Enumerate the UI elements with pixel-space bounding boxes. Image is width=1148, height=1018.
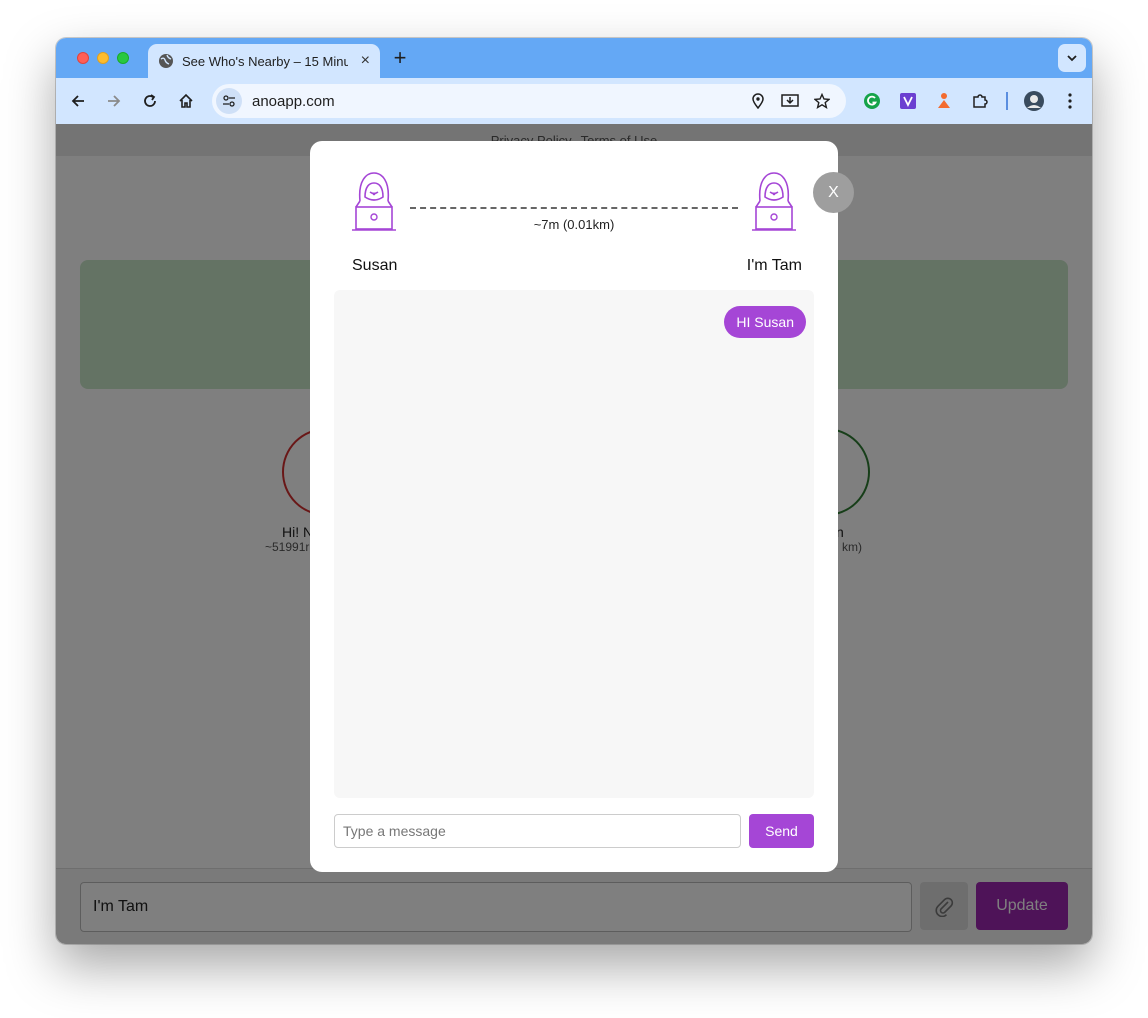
tab-search-button[interactable] (1058, 44, 1086, 72)
star-icon (814, 93, 830, 109)
new-tab-button[interactable]: + (390, 46, 410, 70)
reload-icon (144, 94, 156, 107)
v-extension-button[interactable] (896, 89, 920, 113)
close-modal-button[interactable]: X (813, 172, 854, 213)
reload-button[interactable] (138, 89, 162, 113)
location-pin-icon (752, 93, 764, 109)
home-button[interactable] (174, 89, 198, 113)
browser-menu-button[interactable] (1058, 89, 1082, 113)
chat-modal: ~7m (0.01km) Susan I'm Tam HI Susan Type… (310, 141, 838, 872)
bookmark-button[interactable] (810, 89, 834, 113)
site-info-button[interactable] (216, 88, 242, 114)
browser-toolbar: anoapp.com (56, 78, 1092, 124)
location-button[interactable] (746, 89, 770, 113)
chevron-down-icon (1067, 55, 1077, 62)
profile-button[interactable] (1022, 89, 1046, 113)
distance-line (410, 207, 738, 209)
v-extension-icon (900, 93, 916, 109)
message-bubble-self: HI Susan (724, 306, 806, 338)
browser-tab[interactable]: See Who's Nearby – 15 Minutes × (148, 44, 380, 78)
hacker-avatar-icon (752, 172, 796, 231)
tab-title: See Who's Nearby – 15 Minutes (182, 53, 348, 69)
globe-icon (159, 54, 173, 68)
extensions-button[interactable] (968, 89, 992, 113)
install-icon (781, 94, 799, 107)
hacker-avatar-icon (352, 172, 396, 231)
tab-strip: See Who's Nearby – 15 Minutes × + (56, 38, 1092, 78)
distance-label: ~7m (0.01km) (533, 217, 615, 232)
grammarly-icon (864, 93, 880, 109)
person-extension-icon (938, 93, 950, 108)
send-button[interactable]: Send (749, 814, 814, 848)
arrow-right-icon (108, 95, 121, 107)
window-maximize-button[interactable] (117, 52, 129, 64)
message-input[interactable]: Type a message (334, 814, 741, 848)
address-bar[interactable]: anoapp.com (212, 84, 846, 118)
profile-avatar-icon (1024, 91, 1044, 111)
window-close-button[interactable] (77, 52, 89, 64)
chat-messages: HI Susan (334, 290, 814, 798)
forward-button[interactable] (102, 89, 126, 113)
install-app-button[interactable] (778, 89, 802, 113)
puzzle-icon (973, 94, 988, 108)
grammarly-extension-button[interactable] (860, 89, 884, 113)
url-text[interactable]: anoapp.com (252, 93, 335, 110)
browser-window: See Who's Nearby – 15 Minutes × + anoap (56, 38, 1092, 944)
tune-icon (223, 95, 235, 107)
orange-extension-button[interactable] (932, 89, 956, 113)
home-icon (179, 93, 193, 108)
arrow-left-icon (71, 95, 84, 107)
window-minimize-button[interactable] (97, 52, 109, 64)
more-vertical-icon (1068, 93, 1072, 109)
back-button[interactable] (66, 89, 90, 113)
tab-close-icon[interactable]: × (361, 53, 370, 69)
self-user-name: I'm Tam (746, 257, 802, 274)
toolbar-separator (1006, 92, 1008, 110)
other-user-name: Susan (352, 257, 398, 274)
